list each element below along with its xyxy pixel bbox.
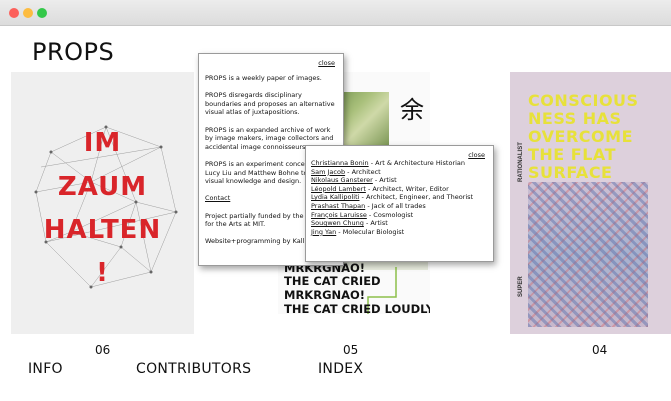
contributor-name-link[interactable]: François Laruisse — [311, 211, 367, 219]
about-paragraph-1: PROPS is a weekly paper of images. — [205, 74, 322, 82]
window-titlebar — [0, 0, 671, 26]
site-logo[interactable]: PROPS — [32, 38, 114, 66]
about-close-button[interactable]: close — [318, 59, 335, 68]
contributor-row: Sam Jacob - Architect — [311, 168, 488, 177]
contributors-popup: close Christianna Bonin - Art & Architec… — [305, 145, 494, 262]
cover-05-line-2: THE CAT CRIED — [284, 274, 381, 288]
contributor-role: - Artist — [372, 176, 397, 185]
issue-number-05[interactable]: 05 — [343, 343, 358, 357]
contributor-row: Nikolaus Gansterer - Artist — [311, 176, 488, 185]
cover-06-word-2: ZAUM — [57, 172, 148, 202]
cover-04-line-1: CONSCIOUS — [528, 91, 639, 110]
about-paragraph-2: PROPS disregards disciplinary boundaries… — [205, 91, 335, 117]
cover-04-side-label-2: SUPER — [518, 276, 524, 297]
cover-04-line-4: THE FLAT — [528, 145, 616, 164]
nav-index[interactable]: INDEX — [318, 361, 363, 377]
nav-contributors[interactable]: CONTRIBUTORS — [136, 361, 251, 377]
contributor-name-link[interactable]: Sam Jacob — [311, 168, 345, 176]
contributor-role: - Jack of all trades — [365, 201, 426, 210]
contributor-role: - Architect, Engineer, and Theorist — [359, 193, 474, 202]
contributor-name-link[interactable]: Léopold Lambert — [311, 185, 366, 193]
contributor-role: - Art & Architecture Historian — [368, 159, 466, 167]
cover-04-headline: CONSCIOUS NESS HAS OVERCOME THE FLAT SUR… — [528, 92, 668, 182]
issue-number-04[interactable]: 04 — [592, 343, 607, 357]
zoom-window-icon[interactable] — [37, 8, 47, 18]
cover-05-line-3: MRKRGNAO! — [284, 288, 366, 302]
contributor-row: Lydia Kallipoliti - Architect, Engineer,… — [311, 193, 488, 202]
contributor-name-link[interactable]: Lydia Kallipoliti — [311, 193, 359, 201]
contributor-row: Léopold Lambert - Architect, Writer, Edi… — [311, 185, 488, 194]
cover-06-word-3: HALTEN — [43, 215, 162, 245]
contributor-name-link[interactable]: Christianna Bonin — [311, 159, 369, 167]
contributor-name-link[interactable]: Prashast Thapan — [311, 202, 365, 210]
cover-04-line-3: OVERCOME — [528, 127, 633, 146]
contributor-row: Sougwen Chung - Artist — [311, 219, 488, 228]
contributor-row: Jing Yan - Molecular Biologist — [311, 228, 488, 237]
close-window-icon[interactable] — [9, 8, 19, 18]
cover-06-word-1: IM — [83, 128, 122, 158]
contributor-role: - Architect, Writer, Editor — [365, 184, 449, 193]
city-collage — [528, 182, 648, 327]
minimize-window-icon[interactable] — [23, 8, 33, 18]
cover-06-word-4: ! — [96, 258, 109, 288]
issue-number-06[interactable]: 06 — [95, 343, 110, 357]
cover-04-line-2: NESS HAS — [528, 109, 622, 128]
contributor-role: - Cosmologist — [366, 210, 414, 219]
issue-cover-04[interactable]: CONSCIOUS NESS HAS OVERCOME THE FLAT SUR… — [510, 72, 671, 334]
issue-cover-06[interactable]: IM ZAUM HALTEN ! — [11, 72, 194, 334]
contributor-role: - Architect — [345, 167, 381, 176]
contact-link[interactable]: Contact — [205, 194, 230, 202]
contributor-row: Prashast Thapan - Jack of all trades — [311, 202, 488, 211]
contributor-name-link[interactable]: Sougwen Chung — [311, 219, 364, 227]
contributors-list: Christianna Bonin - Art & Architecture H… — [311, 159, 488, 236]
geometric-mesh-illustration — [34, 125, 178, 289]
contributor-role: - Molecular Biologist — [336, 227, 405, 236]
contributors-close-button[interactable]: close — [468, 151, 485, 160]
contributor-role: - Artist — [363, 219, 388, 228]
contributor-row: François Laruisse - Cosmologist — [311, 211, 488, 220]
cover-04-line-5: SURFACE — [528, 163, 613, 182]
contributor-row: Christianna Bonin - Art & Architecture H… — [311, 159, 488, 168]
cover-04-side-label-1: RATIONALIST — [518, 142, 524, 182]
cover-05-line-4: THE CAT CRIED LOUDLY — [284, 302, 430, 314]
contributor-name-link[interactable]: Nikolaus Gansterer — [311, 176, 373, 184]
nav-info[interactable]: INFO — [28, 361, 63, 377]
contributor-name-link[interactable]: Jing Yan — [311, 228, 336, 236]
